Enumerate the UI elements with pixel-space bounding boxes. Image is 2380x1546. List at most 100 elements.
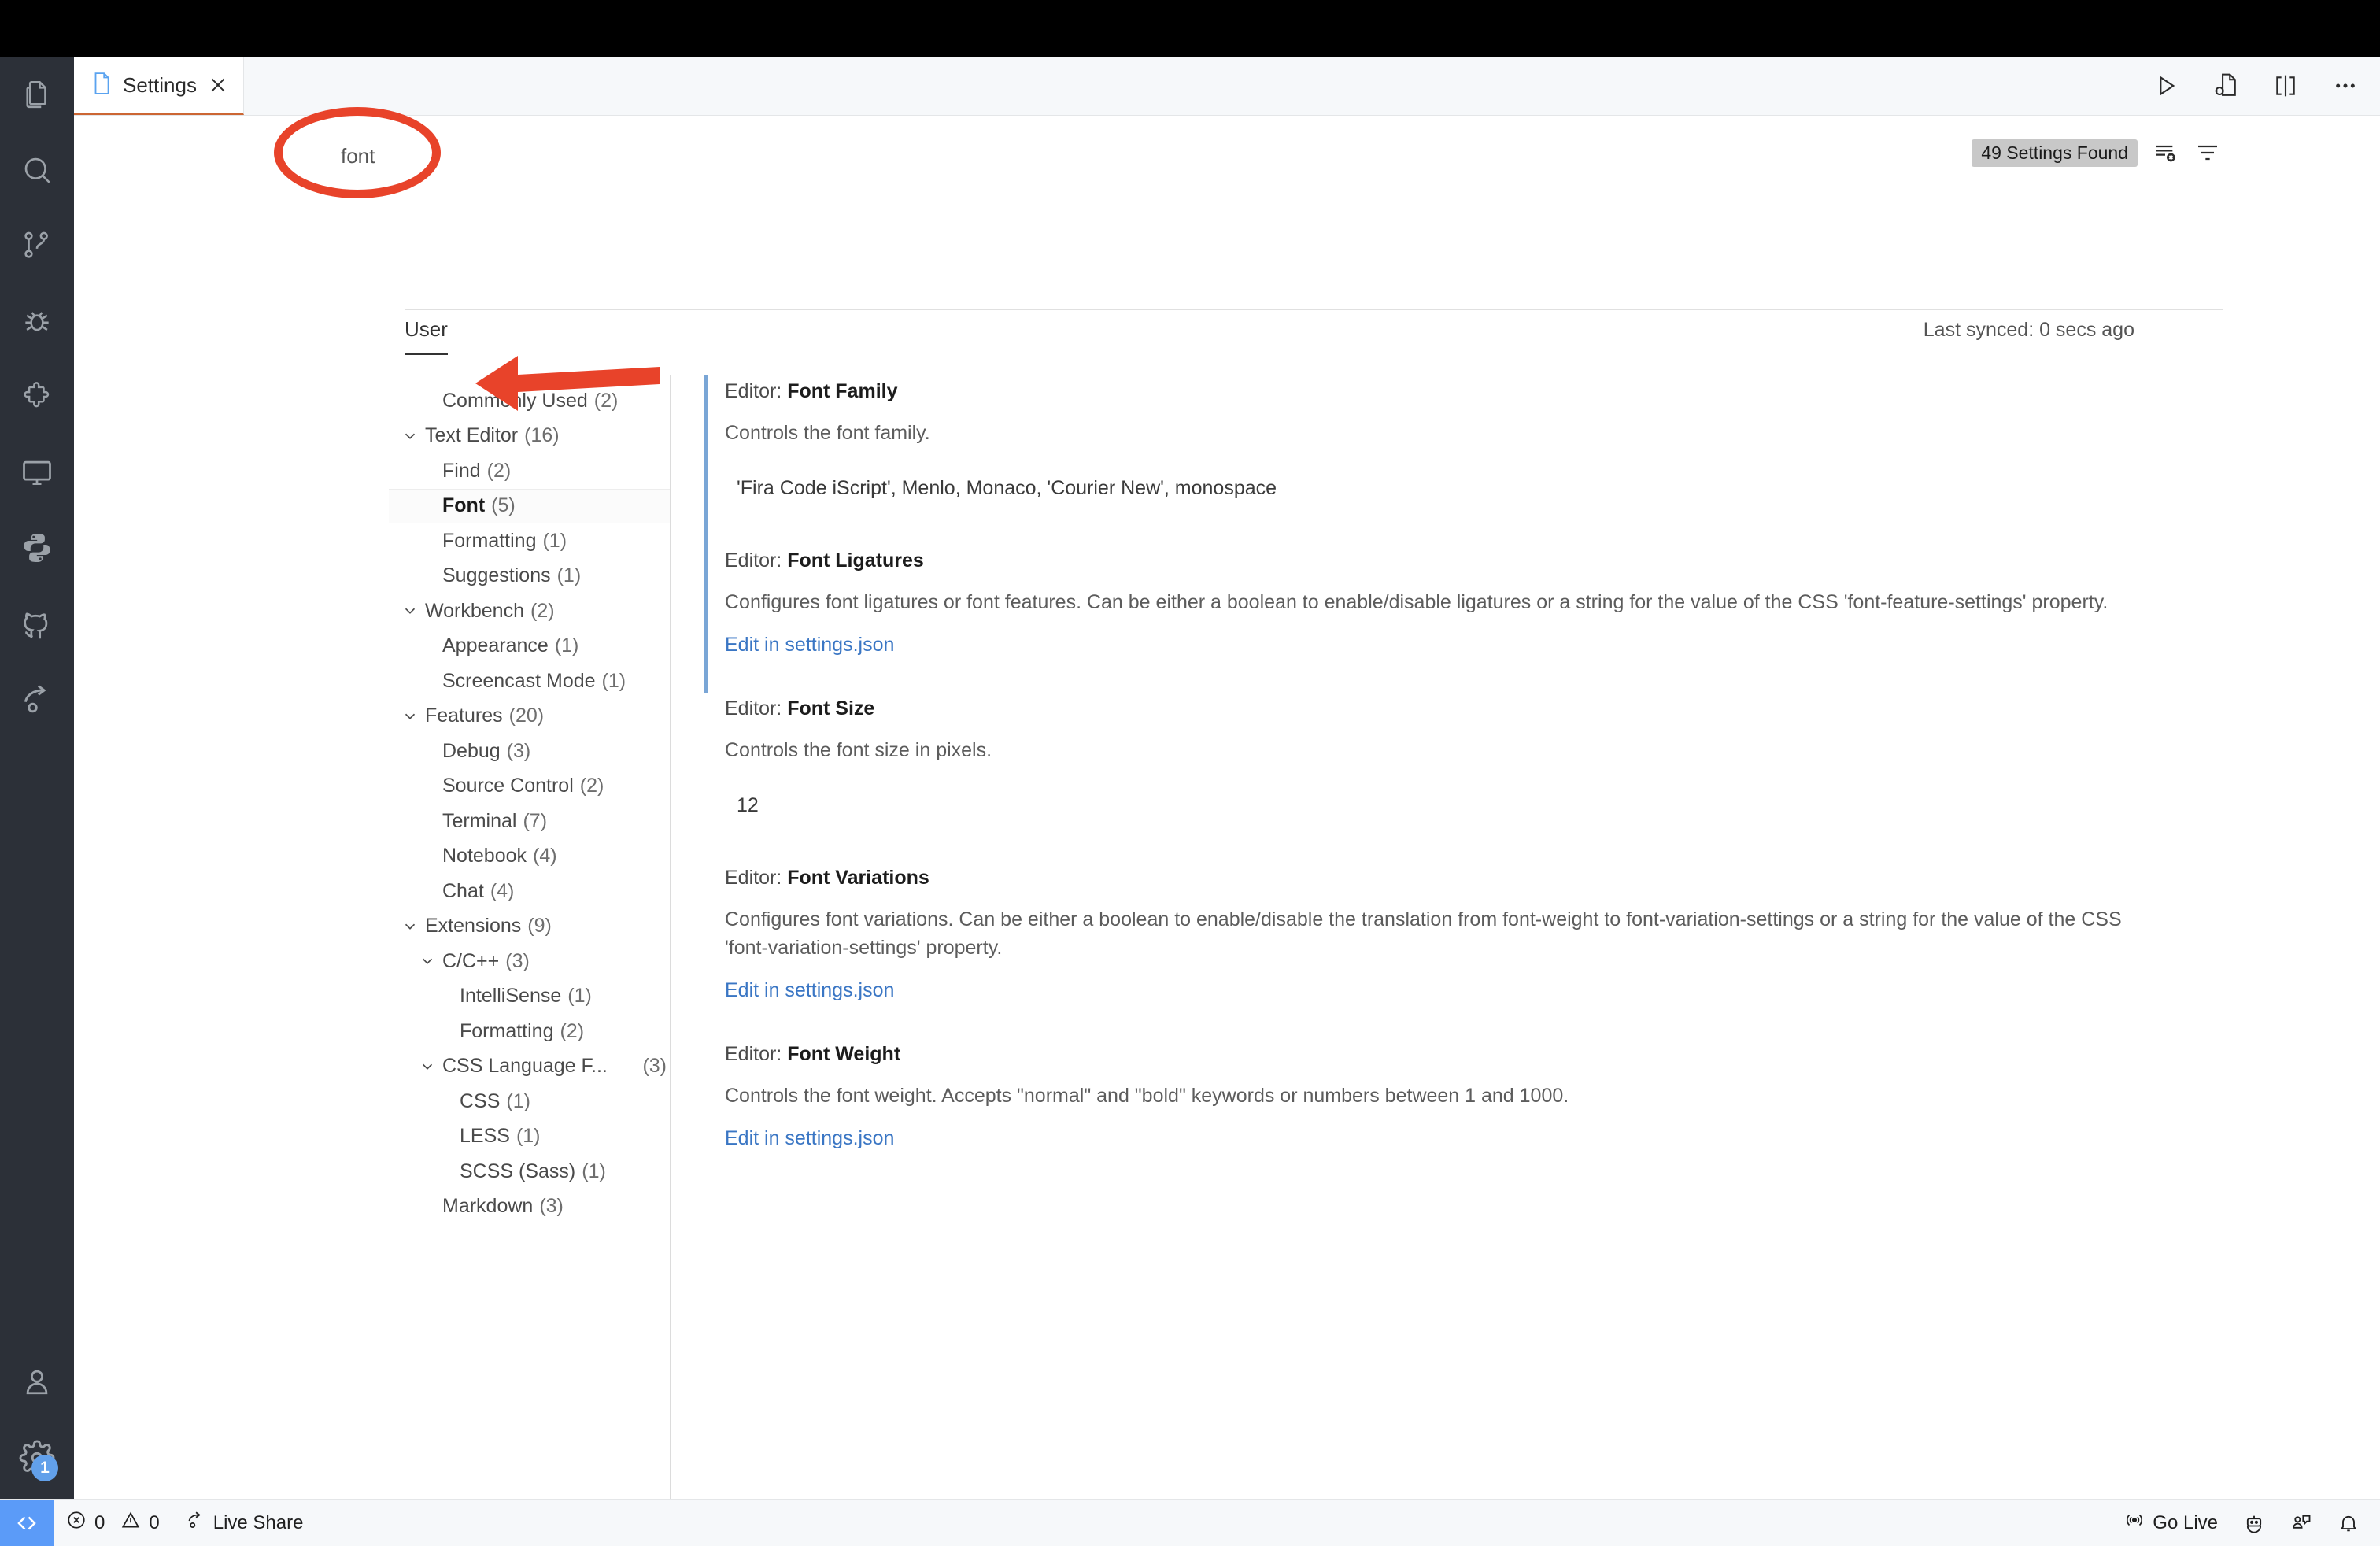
copilot-icon[interactable] <box>2230 1500 2278 1546</box>
toc-item-label: Find <box>442 459 481 482</box>
toc-item-scss-sass[interactable]: SCSS (Sass) (1) <box>389 1154 670 1189</box>
toc-item-screencast-mode[interactable]: Screencast Mode (1) <box>389 664 670 699</box>
remote-explorer-icon[interactable] <box>0 435 74 510</box>
go-live-label: Go Live <box>2153 1511 2218 1533</box>
python-icon[interactable] <box>0 510 74 586</box>
run-button[interactable] <box>2150 70 2182 102</box>
chevron-down-icon[interactable] <box>398 915 422 938</box>
filter-settings-icon[interactable] <box>2193 138 2223 168</box>
bell-icon[interactable] <box>2325 1500 2380 1546</box>
toc-item-count: (1) <box>567 985 592 1008</box>
toc-item-c-c[interactable]: C/C++ (3) <box>389 944 670 979</box>
toc-item-features[interactable]: Features (20) <box>389 699 670 734</box>
setting-description-font-family: Controls the font family. <box>725 422 930 444</box>
toc-item-notebook[interactable]: Notebook (4) <box>389 839 670 875</box>
toc-item-suggestions[interactable]: Suggestions (1) <box>389 559 670 594</box>
close-icon[interactable] <box>208 73 228 97</box>
setting-item-font-variations: Editor: Font Variations Configures font v… <box>704 862 2278 1038</box>
toc-item-commonly-used[interactable]: Commonly Used (2) <box>389 383 670 419</box>
toc-item-chat[interactable]: Chat (4) <box>389 874 670 909</box>
toc-item-debug[interactable]: Debug (3) <box>389 734 670 769</box>
toc-item-less[interactable]: LESS (1) <box>389 1119 670 1155</box>
edit-in-settings-json-link-font-weight[interactable]: Edit in settings.json <box>725 1127 894 1150</box>
toc-item-label: C/C++ <box>442 949 500 972</box>
explorer-icon[interactable] <box>0 57 74 132</box>
chevron-down-icon[interactable] <box>398 424 422 448</box>
toc-item-label: Source Control <box>442 775 574 797</box>
setting-description-font-size: Controls the font size in pixels. <box>725 739 992 761</box>
toc-item-intellisense[interactable]: IntelliSense (1) <box>389 979 670 1015</box>
split-editor-button[interactable] <box>2270 70 2301 102</box>
live-share-icon[interactable] <box>0 661 74 737</box>
toc-item-font[interactable]: Font (5) <box>389 488 670 523</box>
toc-item-css[interactable]: CSS (1) <box>389 1084 670 1119</box>
clear-settings-search-results-icon[interactable] <box>2150 138 2180 168</box>
toc-item-find[interactable]: Find (2) <box>389 453 670 489</box>
live-share-status[interactable]: Live Share <box>172 1500 316 1546</box>
setting-category: Editor: <box>725 867 788 889</box>
more-actions-button[interactable] <box>2330 70 2361 102</box>
manage-gear-icon[interactable]: 1 <box>0 1420 74 1496</box>
edit-in-settings-json-link-font-ligatures[interactable]: Edit in settings.json <box>725 634 894 656</box>
settings-search-row: font 49 Settings Found <box>326 131 2223 182</box>
toc-item-formatting[interactable]: Formatting (1) <box>389 523 670 559</box>
tab-settings[interactable]: Settings <box>74 57 244 115</box>
search-input[interactable]: font <box>326 131 2089 180</box>
chevron-down-icon[interactable] <box>398 599 422 623</box>
toc-item-count: (1) <box>554 634 579 657</box>
toc-item-label: LESS <box>460 1125 510 1148</box>
search-icon[interactable] <box>0 132 74 208</box>
editor-toolbar <box>2150 57 2361 115</box>
setting-title-font-weight: Editor: Font Weight <box>725 1038 2278 1066</box>
toc-item-label: Commonly Used <box>442 389 588 412</box>
remote-window-icon[interactable] <box>0 1499 54 1546</box>
chevron-down-icon[interactable] <box>398 705 422 728</box>
problems-status[interactable]: 0 0 <box>54 1500 172 1546</box>
toc-item-label: Terminal <box>442 809 517 832</box>
toc-item-terminal[interactable]: Terminal (7) <box>389 804 670 839</box>
source-control-icon[interactable] <box>0 208 74 283</box>
accounts-icon[interactable] <box>0 1344 74 1420</box>
toc-item-label: Font <box>442 494 486 517</box>
toc-item-label: Debug <box>442 739 501 762</box>
toc-item-markdown[interactable]: Markdown (3) <box>389 1189 670 1225</box>
toc-item-label: Notebook <box>442 845 527 867</box>
setting-item-font-ligatures: Editor: Font Ligatures Configures font li… <box>704 545 2278 693</box>
toc-item-count: (1) <box>582 1160 606 1182</box>
toc-item-formatting[interactable]: Formatting (2) <box>389 1014 670 1049</box>
chevron-down-icon[interactable] <box>416 1055 439 1078</box>
setting-category: Editor: <box>725 1043 788 1065</box>
toc-item-extensions[interactable]: Extensions (9) <box>389 909 670 945</box>
setting-name: Font Weight <box>787 1043 901 1065</box>
setting-description-font-variations: Configures font variations. Can be eithe… <box>725 908 2122 959</box>
settings-editor: font 49 Settings Found User Last synced:… <box>74 116 2380 1546</box>
toc-item-count: (1) <box>516 1125 541 1148</box>
extensions-icon[interactable] <box>0 359 74 435</box>
github-icon[interactable] <box>0 586 74 661</box>
search-results-cluster: 49 Settings Found <box>1972 138 2223 168</box>
toc-item-css-language-f[interactable]: CSS Language F... (3) <box>389 1049 670 1085</box>
feedback-icon[interactable] <box>2278 1500 2325 1546</box>
chevron-down-icon[interactable] <box>416 949 439 973</box>
run-and-debug-icon[interactable] <box>0 283 74 359</box>
toc-item-count: (3) <box>539 1195 564 1218</box>
tab-user[interactable]: User <box>405 317 448 355</box>
setting-category: Editor: <box>725 697 788 719</box>
toc-item-appearance[interactable]: Appearance (1) <box>389 629 670 664</box>
toc-item-count: (3) <box>642 1055 667 1078</box>
manage-badge: 1 <box>31 1455 58 1481</box>
broadcast-icon <box>2124 1510 2145 1536</box>
toc-item-count: (5) <box>491 494 516 517</box>
edit-in-settings-json-link-font-variations[interactable]: Edit in settings.json <box>725 979 894 1002</box>
go-live-status[interactable]: Go Live <box>2112 1500 2230 1546</box>
setting-input-font-family[interactable]: 'Fira Code iScript', Menlo, Monaco, 'Cou… <box>725 468 2134 509</box>
vscode-window: 1 Settings font 49 Settings Found User L… <box>0 0 2380 1546</box>
toc-item-text-editor[interactable]: Text Editor (16) <box>389 419 670 454</box>
warning-count: 0 <box>149 1511 160 1533</box>
toc-item-workbench[interactable]: Workbench (2) <box>389 594 670 629</box>
open-settings-json-button[interactable] <box>2210 70 2241 102</box>
setting-input-font-size[interactable]: 12 <box>725 785 2134 826</box>
toc-item-count: (16) <box>524 424 560 447</box>
toc-item-source-control[interactable]: Source Control (2) <box>389 769 670 804</box>
setting-gap <box>725 656 2278 693</box>
